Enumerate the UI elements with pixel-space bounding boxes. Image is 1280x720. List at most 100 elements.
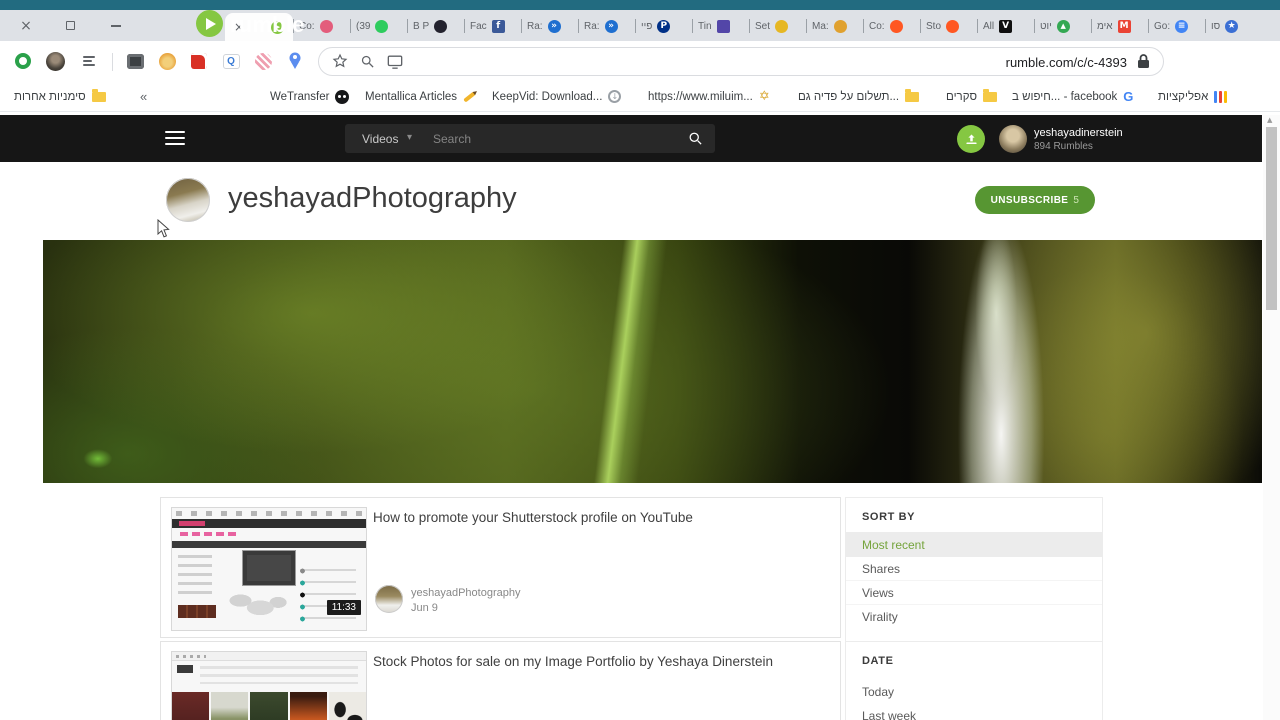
tab-label: סו <box>1211 20 1221 32</box>
browser-tab[interactable]: יוט ▲ <box>1034 16 1091 36</box>
extension-icon-person-pin[interactable] <box>284 50 306 72</box>
video-title[interactable]: Stock Photos for sale on my Image Portfo… <box>373 653 813 671</box>
menu-button[interactable] <box>165 131 185 145</box>
burger-icon <box>165 143 185 145</box>
browser-tab[interactable]: (39 <box>350 16 407 36</box>
extension-icon-screenshot[interactable] <box>124 50 146 72</box>
extension-icon-red[interactable] <box>188 50 210 72</box>
thumbnail-art <box>178 605 216 618</box>
date-option-last-week[interactable]: Last week <box>846 704 1102 720</box>
bookmark-item[interactable]: Mentallica Articles <box>365 82 476 111</box>
browser-tab[interactable]: Ra: » <box>578 16 635 36</box>
bookmark-label: חיפוש ב... - facebook <box>1012 90 1118 103</box>
search-input[interactable] <box>433 128 643 149</box>
bookmarks-overflow-button[interactable]: « <box>140 82 147 111</box>
profile-avatar-icon[interactable] <box>44 50 66 72</box>
rumble-logo-icon[interactable] <box>196 10 223 37</box>
browser-extension-icon[interactable] <box>12 50 34 72</box>
window-close-button[interactable]: × <box>14 10 38 41</box>
browser-tab[interactable]: סו ★ <box>1205 16 1280 36</box>
browser-tab[interactable]: Co: <box>863 16 920 36</box>
tab-favicon <box>375 19 389 33</box>
browser-tab[interactable]: Tin <box>692 16 749 36</box>
extension-icon-kq[interactable]: Q <box>220 50 242 72</box>
lock-icon[interactable] <box>1137 54 1150 69</box>
unsubscribe-button[interactable]: UNSUBSCRIBE 5 <box>975 186 1095 214</box>
window-restore-button[interactable] <box>58 10 82 41</box>
bookmark-item[interactable]: אפליקציות <box>1158 82 1228 111</box>
camera-icon <box>126 53 144 69</box>
tab-favicon: » <box>547 19 561 33</box>
search-bar[interactable]: Videos ▾ <box>345 124 715 153</box>
address-bar[interactable]: rumble.com/c/c-4393 <box>318 47 1164 76</box>
browser-tab[interactable]: Set <box>749 16 806 36</box>
wetransfer-icon <box>335 89 350 104</box>
browser-tab[interactable]: Ra: » <box>521 16 578 36</box>
unsubscribe-label: UNSUBSCRIBE <box>990 194 1069 206</box>
tab-label: Set <box>755 20 771 32</box>
bookmark-item[interactable]: KeepVid: Download... ↓ <box>492 82 622 111</box>
scrollbar-thumb[interactable] <box>1266 127 1277 310</box>
bookmark-label: Mentallica Articles <box>365 90 458 103</box>
side-search-icon[interactable] <box>360 54 375 69</box>
upload-button[interactable] <box>957 125 985 153</box>
thumbnail-art <box>178 555 212 599</box>
sort-option-views[interactable]: Views <box>846 581 1102 605</box>
folder-icon <box>983 88 998 102</box>
bookmark-item[interactable]: תשלום על פדיה גם... <box>798 82 920 111</box>
other-bookmarks-folder[interactable]: סימניות אחרות <box>14 82 106 111</box>
browser-tab[interactable]: אימ M <box>1091 16 1148 36</box>
tab-label: פיי <box>641 20 653 32</box>
browser-tab-strip: × + × ▶ Co: (39 B P Facf Ra:» Ra:» פייP … <box>0 10 1280 41</box>
extension-icon-pink[interactable] <box>252 50 274 72</box>
browser-tab[interactable]: Ma: <box>806 16 863 36</box>
date-option-today[interactable]: Today <box>846 680 1102 704</box>
bookmark-star-icon[interactable] <box>332 53 348 69</box>
bookmark-item[interactable]: https://www.miluim... ✡ <box>648 82 770 111</box>
url-text[interactable]: rumble.com/c/c-4393 <box>1006 55 1127 70</box>
search-icon[interactable] <box>688 131 703 146</box>
lion-icon <box>158 52 176 70</box>
user-name[interactable]: yeshayadinerstein <box>1034 127 1123 139</box>
browser-tab[interactable]: Go: ≡ <box>1148 16 1205 36</box>
user-avatar[interactable] <box>999 125 1027 153</box>
video-channel-name[interactable]: yeshayadPhotography <box>411 587 520 599</box>
sort-option-virality[interactable]: Virality <box>846 605 1102 629</box>
tab-favicon: » <box>604 19 618 33</box>
reading-list-icon[interactable] <box>78 50 100 72</box>
bookmark-item[interactable]: סקרים <box>946 82 998 111</box>
browser-tab[interactable]: B P <box>407 16 464 36</box>
search-category-dropdown[interactable]: Videos <box>362 132 398 146</box>
bookmark-item[interactable]: חיפוש ב... - facebook G <box>1012 82 1133 111</box>
video-list-item[interactable]: Stock Photos for sale on my Image Portfo… <box>160 641 841 720</box>
sort-option-shares[interactable]: Shares <box>846 557 1102 581</box>
browser-toolbar: Q rumble.com/c/c-4393 ↻ ← → <box>0 41 1280 110</box>
extension-icon-lion[interactable] <box>156 50 178 72</box>
browser-tab[interactable]: פיי P <box>635 16 692 36</box>
tab-label: Sto <box>926 20 942 32</box>
bookmark-label: KeepVid: Download... <box>492 90 603 103</box>
browser-tab[interactable]: Fac f <box>464 16 521 36</box>
bookmark-item[interactable]: WeTransfer <box>270 82 350 111</box>
video-thumbnail[interactable] <box>171 651 367 720</box>
browser-tab[interactable]: All V <box>977 16 1034 36</box>
channel-banner-image <box>43 240 1262 483</box>
thumbnail-art <box>224 588 290 624</box>
browser-tab[interactable]: Sto <box>920 16 977 36</box>
tab-label: Ma: <box>812 20 829 32</box>
channel-avatar <box>166 178 210 222</box>
filter-sidebar: SORT BY Most recent Shares Views Viralit… <box>845 497 1103 720</box>
thumbnail-art <box>200 666 358 684</box>
tab-favicon: ★ <box>1225 19 1239 33</box>
video-list-item[interactable]: 11:33 How to promote your Shutterstock p… <box>160 497 841 638</box>
restore-icon <box>65 21 75 30</box>
thumbnail-art <box>176 655 206 658</box>
video-channel-avatar[interactable] <box>375 585 403 613</box>
save-card-icon[interactable] <box>387 54 403 69</box>
window-minimize-button[interactable] <box>104 10 128 41</box>
scrollbar-up-arrow[interactable]: ▲ <box>1267 116 1272 124</box>
user-rumbles-count: 894 Rumbles <box>1034 141 1093 152</box>
video-title[interactable]: How to promote your Shutterstock profile… <box>373 509 813 527</box>
sort-option-most-recent[interactable]: Most recent <box>846 533 1102 557</box>
rumble-logo-text[interactable]: rumble <box>230 12 305 38</box>
